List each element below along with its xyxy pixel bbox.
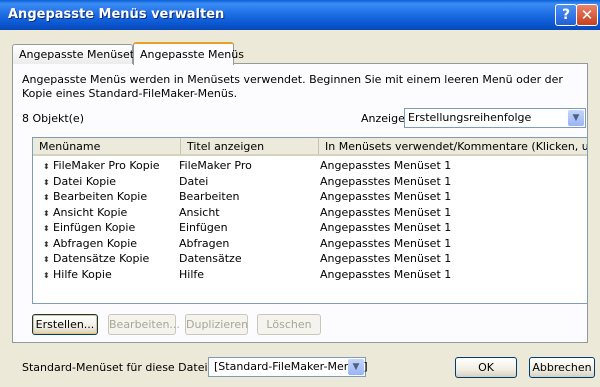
- menu-name-text: Hilfe Kopie: [53, 267, 112, 281]
- drag-handle-icon[interactable]: ⬍: [43, 240, 53, 249]
- description-text: Angepasste Menüs werden in Menüsets verw…: [22, 73, 563, 100]
- delete-button[interactable]: Löschen: [257, 314, 321, 335]
- display-order-value: Erstellungsreihenfolge: [408, 111, 532, 124]
- menu-title-cell: Ansicht: [179, 205, 220, 219]
- menu-name-text: Bearbeiten Kopie: [53, 190, 148, 203]
- display-label: Anzeige:: [361, 112, 409, 125]
- menu-name-cell: ⬍ Hilfe Kopie: [43, 268, 183, 281]
- drag-handle-icon[interactable]: ⬍: [43, 255, 53, 264]
- menu-name-text: FileMaker Pro Kopie: [53, 159, 160, 172]
- display-order-select[interactable]: Erstellungsreihenfolge ▼: [404, 108, 586, 128]
- table-row[interactable]: ⬍ Abfragen Kopie Abfragen Angepasstes Menüs…: [33, 236, 587, 252]
- chevron-down-icon[interactable]: ▼: [348, 359, 364, 375]
- drag-handle-icon[interactable]: ⬍: [43, 209, 53, 218]
- menu-name-cell: ⬍ Datei Kopie: [43, 175, 183, 188]
- table-row[interactable]: ⬍ Datei Kopie Datei Angepasstes Menüset 1: [33, 174, 587, 190]
- menu-name-text: Datei Kopie: [53, 174, 117, 188]
- menu-used-in-cell: Angepasstes Menüset 1: [320, 190, 452, 203]
- menu-title-cell: Einfügen: [179, 221, 228, 234]
- menu-title-cell: Datensätze: [179, 252, 242, 265]
- help-button[interactable]: ?: [555, 4, 577, 26]
- menu-name-text: Einfügen Kopie: [53, 221, 136, 234]
- object-count: 8 Objekt(e): [22, 112, 84, 125]
- menu-used-in-cell: Angepasstes Menüset 1: [320, 236, 452, 250]
- menu-used-in-cell: Angepasstes Menüset 1: [320, 252, 452, 265]
- menu-used-in-cell: Angepasstes Menüset 1: [320, 174, 452, 188]
- column-header-menu-name[interactable]: Menüname: [33, 138, 181, 154]
- menu-name-cell: ⬍ Abfragen Kopie: [43, 237, 183, 250]
- table-row[interactable]: ⬍ Einfügen Kopie Einfügen Angepasstes Menüs…: [33, 221, 587, 236]
- menu-name-text: Datensätze Kopie: [53, 252, 150, 265]
- duplicate-button[interactable]: Duplizieren: [185, 314, 248, 335]
- close-button[interactable]: ✕: [576, 4, 598, 26]
- column-header-used-in[interactable]: In Menüsets verwendet/Kommentare (Klicke…: [319, 138, 587, 154]
- drag-handle-icon[interactable]: ⬍: [43, 271, 53, 280]
- menu-title-cell: Abfragen: [179, 236, 230, 250]
- menu-title-cell: Datei: [179, 174, 209, 188]
- list-header: Menüname Titel anzeigen In Menüsets verw…: [33, 138, 587, 156]
- table-row[interactable]: ⬍ Bearbeiten Kopie Bearbeiten Angepasstes M…: [33, 190, 587, 205]
- edit-button[interactable]: Bearbeiten...: [108, 314, 180, 335]
- default-menuset-label: Standard-Menüset für diese Datei:: [22, 361, 212, 374]
- menu-list[interactable]: Menüname Titel anzeigen In Menüsets verw…: [32, 137, 588, 304]
- menu-name-cell: ⬍ Einfügen Kopie: [43, 221, 183, 234]
- chevron-down-icon[interactable]: ▼: [568, 110, 584, 126]
- table-row[interactable]: ⬍ Ansicht Kopie Ansicht Angepasstes Menüset…: [33, 205, 587, 221]
- table-row[interactable]: ⬍ Hilfe Kopie Hilfe Angepasstes Menüset 1: [33, 267, 587, 283]
- dialog-window: Angepasste Menüs verwalten ? ✕ Angepasst…: [0, 0, 600, 387]
- cancel-button[interactable]: Abbrechen: [529, 357, 595, 378]
- tab-custom-menus[interactable]: Angepasste Menüs: [133, 42, 244, 65]
- menu-name-cell: ⬍ FileMaker Pro Kopie: [43, 159, 183, 172]
- window-title: Angepasste Menüs verwalten: [8, 7, 225, 22]
- menu-name-cell: ⬍ Bearbeiten Kopie: [43, 190, 183, 203]
- table-row[interactable]: ⬍ FileMaker Pro Kopie FileMaker Pro Angepas…: [33, 159, 587, 174]
- menu-used-in-cell: Angepasstes Menüset 1: [320, 267, 452, 281]
- drag-handle-icon[interactable]: ⬍: [43, 193, 53, 202]
- menu-title-cell: Bearbeiten: [179, 190, 240, 203]
- ok-button[interactable]: OK: [455, 357, 517, 378]
- default-menuset-value: [Standard-FileMaker-Menüs]: [214, 360, 368, 373]
- menu-name-cell: ⬍ Datensätze Kopie: [43, 252, 183, 265]
- tab-custom-menusets[interactable]: Angepasste Menüsets: [12, 44, 140, 64]
- drag-handle-icon[interactable]: ⬍: [43, 224, 53, 233]
- menu-name-text: Abfragen Kopie: [53, 236, 138, 250]
- menu-name-text: Ansicht Kopie: [53, 205, 128, 219]
- menu-used-in-cell: Angepasstes Menüset 1: [320, 221, 452, 234]
- menu-used-in-cell: Angepasstes Menüset 1: [320, 159, 452, 172]
- drag-handle-icon[interactable]: ⬍: [43, 178, 53, 187]
- menu-title-cell: FileMaker Pro: [179, 159, 252, 172]
- title-bar[interactable]: Angepasste Menüs verwalten ? ✕: [0, 0, 600, 30]
- create-button[interactable]: Erstellen...: [32, 314, 98, 335]
- column-header-title[interactable]: Titel anzeigen: [181, 138, 319, 154]
- menu-used-in-cell: Angepasstes Menüset 1: [320, 205, 452, 219]
- default-menuset-select[interactable]: [Standard-FileMaker-Menüs] ▼: [208, 357, 368, 377]
- table-row[interactable]: ⬍ Datensätze Kopie Datensätze Angepasstes M…: [33, 252, 587, 267]
- menu-name-cell: ⬍ Ansicht Kopie: [43, 206, 183, 219]
- menu-title-cell: Hilfe: [179, 267, 205, 281]
- drag-handle-icon[interactable]: ⬍: [43, 162, 53, 171]
